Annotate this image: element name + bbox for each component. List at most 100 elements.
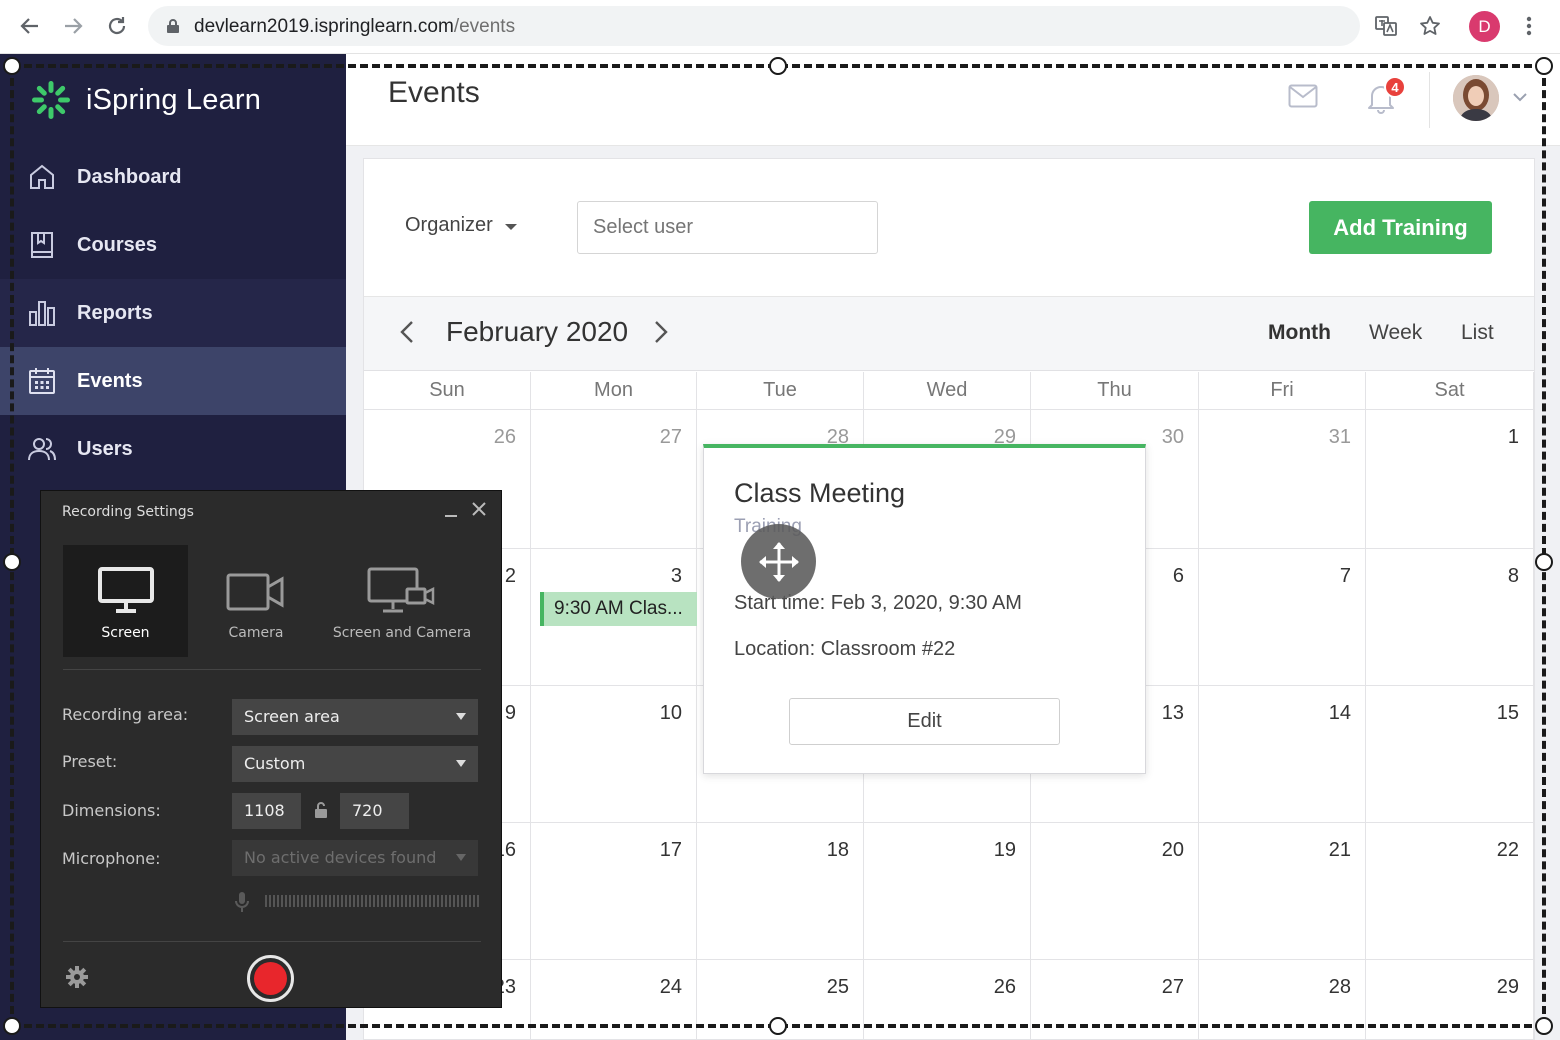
chevron-right-icon[interactable] (652, 318, 670, 346)
organizer-dropdown[interactable]: Organizer (405, 214, 517, 237)
sidebar-item-label: Events (77, 369, 143, 392)
calendar-day-cell[interactable]: 24 (531, 960, 697, 1040)
resize-handle-top-left[interactable] (3, 57, 21, 75)
add-training-button[interactable]: Add Training (1309, 201, 1492, 254)
event-chip[interactable]: 9:30 AM Clas... (540, 592, 697, 626)
view-week-button[interactable]: Week (1369, 321, 1422, 345)
recording-area-label: Recording area: (62, 705, 189, 724)
calendar-day-cell[interactable]: 7 (1199, 549, 1366, 686)
day-number: 20 (1161, 839, 1184, 861)
star-icon (1420, 16, 1440, 35)
recording-area-select[interactable]: Screen area (232, 699, 478, 735)
edit-button[interactable]: Edit (789, 698, 1060, 745)
gear-icon[interactable] (65, 965, 89, 989)
translate-button[interactable] (1370, 10, 1402, 42)
reload-icon (108, 17, 126, 35)
close-icon[interactable] (471, 501, 487, 517)
calendar-day-cell[interactable]: 27 (531, 410, 697, 549)
select-user-input[interactable] (577, 201, 878, 254)
move-handle[interactable] (741, 524, 816, 599)
resize-handle-right[interactable] (1535, 553, 1553, 571)
calendar-day-cell[interactable]: 28 (1199, 960, 1366, 1040)
resize-handle-top[interactable] (769, 57, 787, 75)
sidebar-item-label: Users (77, 437, 133, 460)
calendar-day-cell[interactable]: 22 (1366, 823, 1534, 960)
reload-button[interactable] (101, 10, 133, 42)
calendar-day-cell[interactable]: 14 (1199, 686, 1366, 823)
brand-logo[interactable]: iSpring Learn (30, 78, 261, 122)
sidebar-item-dashboard[interactable]: Dashboard (0, 143, 346, 211)
view-list-button[interactable]: List (1461, 321, 1494, 345)
profile-avatar[interactable]: D (1469, 11, 1500, 42)
back-button[interactable] (14, 10, 46, 42)
mode-camera-button[interactable]: Camera (201, 545, 311, 657)
move-icon (758, 541, 799, 582)
dropdown-arrow-icon (456, 760, 466, 767)
day-number: 14 (1328, 702, 1351, 724)
url-text: devlearn2019.ispringlearn.com/events (194, 16, 515, 38)
notification-badge: 4 (1384, 76, 1406, 98)
day-number: 6 (1172, 565, 1184, 587)
recording-settings-panel: Recording Settings Screen Camera Screen … (40, 490, 502, 1008)
calendar-day-cell[interactable]: 1 (1366, 410, 1534, 549)
dropdown-arrow-icon (456, 854, 466, 861)
address-bar[interactable]: devlearn2019.ispringlearn.com/events (148, 6, 1360, 46)
calendar-day-cell[interactable]: 19 (864, 823, 1031, 960)
day-number: 28 (1328, 976, 1351, 998)
preset-select[interactable]: Custom (232, 746, 478, 782)
bookmark-button[interactable] (1414, 10, 1446, 42)
day-number: 1 (1507, 426, 1519, 448)
mode-screen-and-camera-button[interactable]: Screen and Camera (327, 545, 477, 657)
calendar-day-cell[interactable]: 10 (531, 686, 697, 823)
sidebar-item-events[interactable]: Events (0, 347, 346, 415)
sidebar-item-courses[interactable]: Courses (0, 211, 346, 279)
day-number: 25 (826, 976, 849, 998)
day-number: 2 (504, 565, 516, 587)
calendar-day-cell[interactable]: 29 (1366, 960, 1534, 1040)
dimensions-label: Dimensions: (62, 801, 161, 820)
width-input[interactable]: 1108 (232, 793, 301, 829)
forward-button[interactable] (57, 10, 89, 42)
day-number: 13 (1161, 702, 1184, 724)
calendar-day-cell[interactable]: 26 (864, 960, 1031, 1040)
bar-chart-icon (26, 297, 58, 329)
calendar-icon (26, 365, 58, 397)
calendar-day-cell[interactable]: 18 (697, 823, 864, 960)
chevron-left-icon[interactable] (398, 318, 416, 346)
resize-handle-left[interactable] (3, 553, 21, 571)
resize-handle-bottom-left[interactable] (3, 1017, 21, 1035)
record-button[interactable] (247, 955, 294, 1002)
microphone-level-meter (265, 895, 479, 907)
browser-menu-button[interactable] (1513, 10, 1545, 42)
height-input[interactable]: 720 (340, 793, 409, 829)
sidebar-item-reports[interactable]: Reports (0, 279, 346, 347)
mode-screen-button[interactable]: Screen (63, 545, 188, 657)
sidebar-item-users[interactable]: Users (0, 415, 346, 483)
mail-icon[interactable] (1288, 84, 1318, 108)
calendar-day-cell[interactable]: 17 (531, 823, 697, 960)
day-number: 10 (659, 702, 682, 724)
resize-handle-bottom[interactable] (769, 1017, 787, 1035)
calendar-day-cell[interactable]: 8 (1366, 549, 1534, 686)
panel-separator (63, 941, 481, 942)
brand-name: iSpring Learn (86, 83, 262, 116)
calendar-day-cell[interactable]: 31 (1199, 410, 1366, 549)
organizer-label: Organizer (405, 214, 493, 236)
calendar-day-cell[interactable]: 20 (1031, 823, 1199, 960)
view-month-button[interactable]: Month (1268, 321, 1331, 345)
user-avatar[interactable] (1453, 75, 1499, 121)
recording-settings-title: Recording Settings (62, 504, 194, 520)
resize-handle-bottom-right[interactable] (1535, 1017, 1553, 1035)
resize-handle-top-right[interactable] (1535, 57, 1553, 75)
minimize-icon[interactable] (443, 503, 459, 519)
calendar-day-cell[interactable]: 21 (1199, 823, 1366, 960)
lock-ratio-icon[interactable] (313, 801, 329, 819)
calendar-day-cell[interactable]: 27 (1031, 960, 1199, 1040)
more-vertical-icon (1526, 16, 1532, 36)
day-number: 7 (1339, 565, 1351, 587)
chevron-down-icon[interactable] (1512, 92, 1528, 102)
day-number: 26 (493, 426, 516, 448)
recording-area-value: Screen area (244, 707, 340, 726)
microphone-select[interactable]: No active devices found (232, 840, 478, 876)
calendar-day-cell[interactable]: 15 (1366, 686, 1534, 823)
